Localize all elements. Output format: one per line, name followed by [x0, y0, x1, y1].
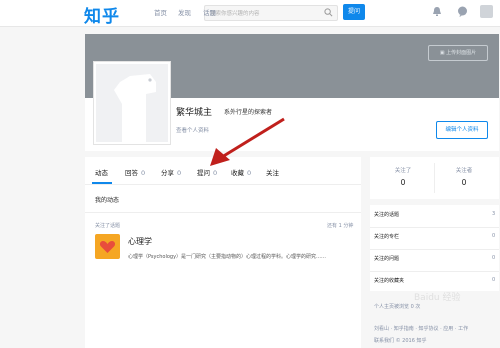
nav-topics[interactable]: 话题 [203, 7, 216, 17]
baidu-watermark: Baidu 经验 [414, 293, 461, 303]
